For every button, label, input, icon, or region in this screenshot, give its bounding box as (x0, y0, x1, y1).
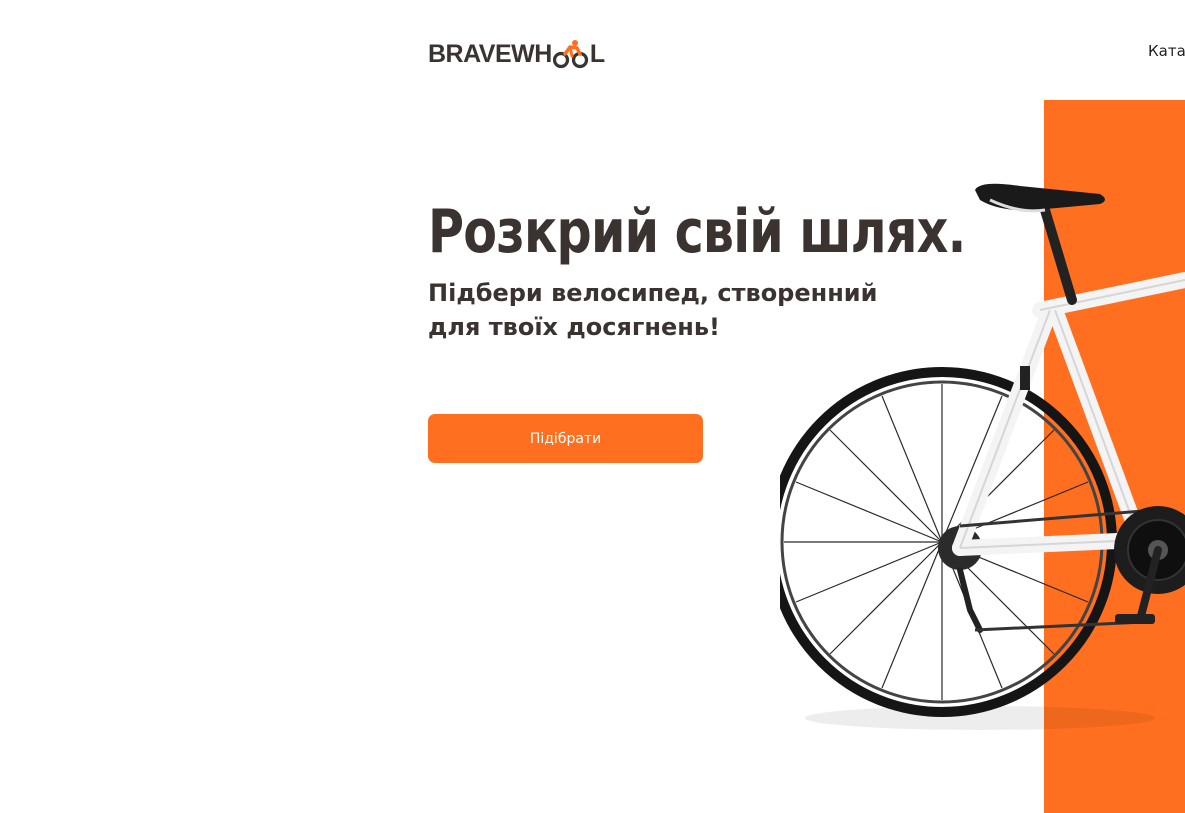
hero-title: Розкрий свій шлях. (428, 197, 966, 267)
logo-text-right: L (589, 40, 605, 68)
hero-subtitle: Підбери велосипед, створенний для твоїх … (428, 279, 878, 341)
logo-text-left: BRAVEWH (428, 40, 552, 68)
select-bike-button[interactable]: Підібрати (428, 414, 703, 463)
nav-link-catalog[interactable]: Катал (1148, 42, 1185, 60)
landing-page: BRAVEWH L Катал (0, 0, 1185, 813)
site-logo[interactable]: BRAVEWH L (428, 33, 605, 69)
cyclist-icon (552, 39, 589, 69)
logo-wordmark: BRAVEWH L (428, 39, 605, 69)
